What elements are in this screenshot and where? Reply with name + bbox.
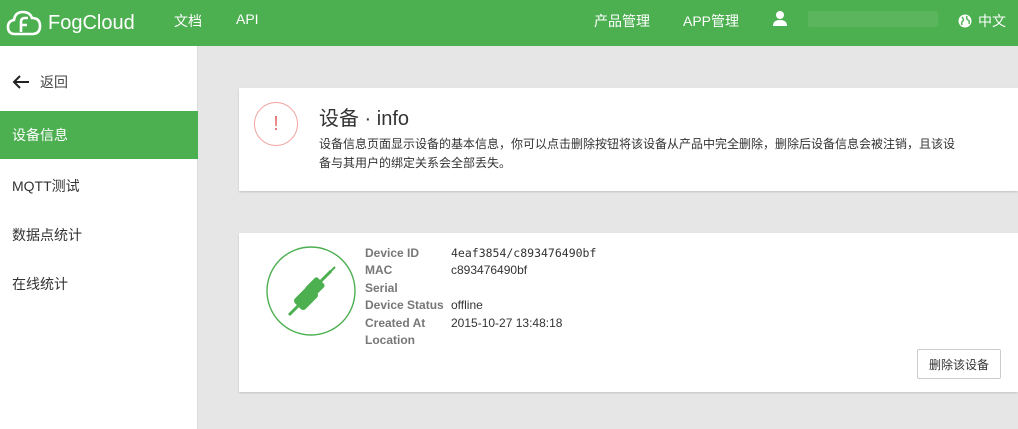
field-label: Serial: [365, 280, 398, 295]
field-label: Device Status: [365, 298, 444, 313]
device-id-value: 4eaf3854/c893476490bf: [451, 246, 597, 260]
serial-row: Serial: [365, 281, 596, 298]
nav-docs[interactable]: 文档: [174, 11, 202, 31]
nav-left: 文档 API: [174, 11, 259, 31]
sidebar-item-label: MQTT测试: [12, 178, 80, 194]
user-icon[interactable]: [772, 10, 788, 26]
info-description: 设备信息页面显示设备的基本信息，你可以点击删除按钮将该设备从产品中完全删除，删除…: [319, 137, 956, 170]
top-nav-bar: FogCloud 文档 API 产品管理 APP管理 中文: [0, 0, 1018, 46]
field-label: Device ID: [365, 246, 420, 260]
sidebar-item-label: 设备信息: [12, 127, 68, 143]
sidebar-item-mqtt-test[interactable]: MQTT测试: [0, 162, 198, 210]
status-row: Device Status offline: [365, 298, 596, 315]
field-label: Created At: [365, 315, 426, 330]
mac-row: MAC c893476490bf: [365, 263, 596, 280]
cloud-logo-icon: [6, 10, 42, 36]
delete-device-button[interactable]: 删除该设备: [917, 349, 1001, 379]
location-row: Location: [365, 333, 596, 350]
language-label: 中文: [978, 13, 1006, 29]
back-link[interactable]: 返回: [12, 72, 68, 92]
brand-name: FogCloud: [48, 11, 135, 34]
device-details: Device ID 4eaf3854/c893476490bf MAC c893…: [365, 246, 596, 350]
nav-app-management[interactable]: APP管理: [683, 11, 739, 31]
field-label: MAC: [365, 263, 393, 278]
device-status-value: offline: [451, 298, 483, 313]
sidebar-item-online-stats[interactable]: 在线统计: [0, 260, 198, 308]
brand[interactable]: FogCloud: [6, 6, 135, 40]
back-label: 返回: [40, 74, 68, 90]
sidebar-item-device-info[interactable]: 设备信息: [0, 111, 198, 159]
warning-icon: !: [254, 102, 298, 146]
sidebar: 返回 设备信息 MQTT测试 数据点统计 在线统计: [0, 46, 198, 429]
created-at-value: 2015-10-27 13:48:18: [451, 315, 563, 330]
sidebar-item-datapoint-stats[interactable]: 数据点统计: [0, 211, 198, 259]
info-card: ! 设备 · info 设备信息页面显示设备的基本信息，你可以点击删除按钮将该设…: [239, 88, 1018, 191]
sidebar-item-label: 数据点统计: [12, 227, 82, 243]
nav-api[interactable]: API: [236, 11, 259, 31]
language-switch[interactable]: 中文: [958, 11, 1006, 31]
plug-icon: [266, 246, 356, 336]
device-card: Device ID 4eaf3854/c893476490bf MAC c893…: [239, 233, 1018, 392]
page-title: 设备 · info: [319, 108, 410, 130]
globe-icon: [958, 14, 972, 28]
nav-products[interactable]: 产品管理: [594, 11, 650, 31]
created-row: Created At 2015-10-27 13:48:18: [365, 316, 596, 333]
sidebar-item-label: 在线统计: [12, 276, 68, 292]
user-name-redacted[interactable]: [808, 11, 938, 27]
device-id-row: Device ID 4eaf3854/c893476490bf: [365, 246, 596, 263]
back-arrow-icon: [12, 75, 29, 89]
mac-value: c893476490bf: [451, 263, 528, 278]
field-label: Location: [365, 332, 415, 347]
